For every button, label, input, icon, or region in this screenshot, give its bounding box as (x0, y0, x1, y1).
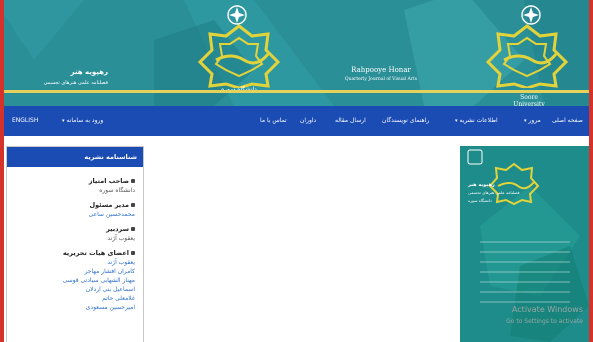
owner-title: صاحب امتیاز (11, 177, 135, 185)
nav-english-link[interactable]: ENGLISH (12, 117, 38, 124)
board-member-link[interactable]: اسماعیل بنی اردلان (11, 286, 135, 293)
chevron-down-icon: ▾ (524, 118, 527, 124)
page-frame: دانشگاه سوره Soore University رهپویه هنر… (4, 0, 589, 342)
banner-ribbon (4, 90, 589, 93)
nav-contact-link[interactable]: تماس با ما (260, 117, 287, 124)
board-title: اعضای هیات تحریریه (11, 249, 135, 257)
nav-login-label: ورود به سامانه (66, 117, 104, 124)
bullet-icon (131, 251, 135, 255)
editor-value: یعقوب آژند (107, 235, 135, 242)
logo-caption-en: Soore University (513, 94, 545, 106)
nav-login-dropdown[interactable]: ▾ ورود به سامانه (62, 117, 103, 124)
panel-header: شناسنامه نشریه (7, 147, 143, 167)
activate-windows-subtitle: Go to Settings to activate (506, 318, 583, 325)
nav-submit-link[interactable]: ارسال مقاله (335, 117, 366, 124)
cover-subtitle: فصلنامه علمی هنرهای تجسمی (468, 190, 520, 195)
main-nav: ENGLISH ▾ ورود به سامانه تماس با ما داور… (4, 106, 589, 136)
nav-reviewers-link[interactable]: داوران (300, 117, 316, 124)
journal-subtitle-fa: فصلنامه علمی هنرهای تجسمی (43, 80, 108, 86)
director-link[interactable]: محمدحسین ساعی (11, 211, 136, 218)
nav-home-link[interactable]: صفحه اصلی (552, 117, 583, 124)
board-member-link[interactable]: غلامعلی حاتم (11, 295, 135, 302)
site-banner: دانشگاه سوره Soore University رهپویه هنر… (4, 0, 589, 106)
journal-info-panel: شناسنامه نشریه صاحب امتیاز دانشگاه سوره … (6, 146, 144, 342)
journal-logo-right-icon (485, 24, 569, 88)
panel-body: صاحب امتیاز دانشگاه سوره مدیر مسئول محمد… (7, 167, 143, 311)
nav-browse-dropdown[interactable]: ▾ مرور (524, 117, 541, 124)
bullet-icon (131, 203, 135, 207)
journal-title-en: Rahpooye Honar (351, 66, 411, 74)
emblem-right-icon (521, 5, 541, 25)
cover-university: دانشگاه سوره (468, 198, 492, 203)
board-member-link[interactable]: کامران افشار مهاجر (11, 268, 135, 275)
owner-value: دانشگاه سوره (99, 187, 135, 194)
nav-author-guide-link[interactable]: راهنمای نویسندگان (382, 117, 429, 124)
cover-title: رهپویه هنر (468, 182, 495, 188)
bullet-icon (131, 179, 135, 183)
bullet-icon (131, 227, 135, 231)
activate-windows-title: Activate Windows (511, 305, 583, 314)
nav-browse-label: مرور (528, 117, 541, 124)
chevron-down-icon: ▾ (455, 118, 458, 124)
editor-title: سردبیر (11, 225, 135, 233)
nav-journal-info-label: اطلاعات نشریه (459, 117, 498, 124)
journal-title-fa: رهپویه هنر (70, 68, 108, 76)
director-title: مدیر مسئول (11, 201, 135, 209)
board-member-link[interactable]: یعقوب آژند (11, 259, 135, 266)
emblem-left-icon (227, 5, 247, 25)
board-member-link[interactable]: مهناز الشهابی سیادتی قوسی (11, 277, 135, 284)
board-member-link[interactable]: امیرحسین مسعودی (11, 304, 135, 311)
journal-logo-center-icon (197, 24, 281, 88)
nav-journal-info-dropdown[interactable]: ▾ اطلاعات نشریه (455, 117, 498, 124)
journal-subtitle-en: Quarterly Journal of Visual Arts (344, 77, 418, 82)
chevron-down-icon: ▾ (62, 118, 65, 124)
